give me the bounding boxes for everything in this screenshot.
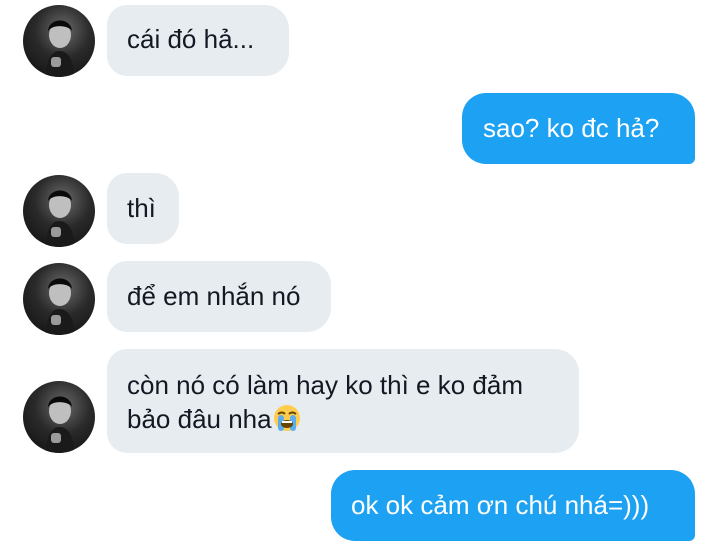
sender-avatar[interactable] bbox=[23, 5, 95, 77]
message-bubble-outgoing[interactable]: sao? ko đc hả? bbox=[462, 93, 695, 164]
message-bubble-incoming[interactable]: cái đó hả... bbox=[107, 5, 289, 76]
message-text: sao? ko đc hả? bbox=[483, 113, 660, 143]
message-text: ok ok cảm ơn chú nhá=))) bbox=[351, 490, 650, 520]
message-text: để em nhắn nó bbox=[127, 281, 301, 311]
message-text: thì bbox=[127, 193, 156, 223]
avatar-photo bbox=[45, 396, 75, 453]
message-bubble-incoming[interactable]: thì bbox=[107, 173, 179, 244]
message-text-line-1: còn nó có làm hay ko thì e ko đảm bbox=[127, 370, 523, 400]
message-bubble-incoming[interactable]: còn nó có làm hay ko thì e ko đảm bảo đâ… bbox=[107, 349, 579, 453]
avatar-photo bbox=[45, 20, 75, 77]
sender-avatar[interactable] bbox=[23, 263, 95, 335]
message-bubble-incoming[interactable]: để em nhắn nó bbox=[107, 261, 331, 332]
avatar-photo bbox=[45, 278, 75, 335]
message-text: cái đó hả... bbox=[127, 24, 255, 54]
message-text-line-2: bảo đâu nha bbox=[127, 402, 579, 436]
sender-avatar[interactable] bbox=[23, 381, 95, 453]
message-bubble-outgoing[interactable]: ok ok cảm ơn chú nhá=))) bbox=[331, 470, 695, 541]
message-text: bảo đâu nha bbox=[127, 404, 272, 434]
sender-avatar[interactable] bbox=[23, 175, 95, 247]
loudly-crying-face-emoji-icon bbox=[272, 403, 302, 433]
avatar-photo bbox=[45, 190, 75, 247]
